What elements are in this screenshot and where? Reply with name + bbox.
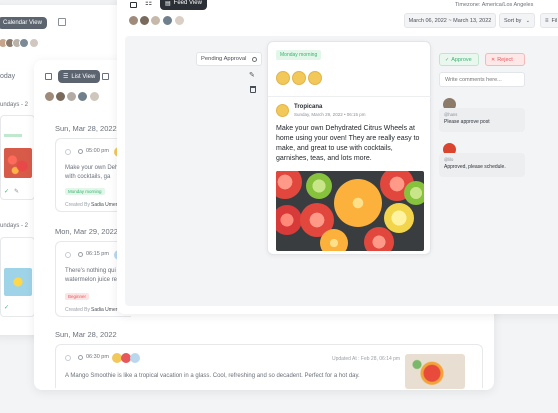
clock-icon bbox=[78, 355, 83, 360]
filter-icon: ≡ bbox=[545, 17, 549, 24]
comment-input[interactable] bbox=[439, 72, 525, 87]
date-range-value: March 06, 2022 ~ March 13, 2022 bbox=[408, 17, 492, 24]
clock-icon bbox=[78, 149, 83, 154]
avatar bbox=[66, 91, 77, 102]
check-icon: ✓ bbox=[445, 56, 450, 63]
date-heading: Sun, Mar 28, 2022 bbox=[55, 124, 117, 133]
avatar bbox=[55, 91, 66, 102]
list-icon: ☰ bbox=[63, 74, 69, 80]
sort-dropdown[interactable]: Sort by ⌄ bbox=[499, 13, 535, 28]
clock-icon bbox=[252, 56, 257, 62]
post-thumbnail bbox=[4, 268, 32, 296]
comment-bubble: @hans Please approve post bbox=[439, 108, 525, 132]
date-heading: Sun, Mar 28, 2022 bbox=[55, 330, 117, 339]
list-view-label: List View bbox=[71, 73, 96, 80]
account-avatar bbox=[276, 71, 290, 85]
comment-text: Please approve post bbox=[444, 119, 490, 125]
checkbox[interactable] bbox=[65, 252, 71, 258]
comment-text: Approved, please schedule. bbox=[444, 164, 506, 170]
created-by-label: Created By bbox=[65, 307, 91, 313]
campaign-tag: Beginner bbox=[65, 293, 90, 300]
campaign-tag: Monday morning bbox=[276, 50, 322, 60]
checkbox[interactable] bbox=[65, 149, 71, 155]
list-item[interactable]: ✓ ✎ bbox=[0, 115, 35, 200]
calendar-icon[interactable] bbox=[130, 2, 137, 8]
day-label: oday bbox=[0, 73, 16, 80]
approve-label: Approve bbox=[451, 56, 472, 63]
avatar bbox=[29, 38, 39, 48]
close-icon: ✕ bbox=[491, 56, 496, 63]
avatar bbox=[162, 15, 173, 26]
avatar bbox=[44, 91, 55, 102]
creator-name: Sadia Umer bbox=[91, 202, 118, 208]
filter-label: Fil bbox=[551, 17, 558, 24]
feed-view-label: Feed View bbox=[173, 0, 202, 6]
comment-handle: @lilo bbox=[444, 157, 454, 162]
list-item[interactable]: ✓ bbox=[0, 237, 35, 317]
check-icon[interactable]: ✓ bbox=[4, 304, 9, 311]
reject-button[interactable]: ✕ Reject bbox=[485, 53, 525, 66]
list-post[interactable]: 06:30 pm Updated At : Feb 28, 06:14 pm A… bbox=[55, 344, 483, 389]
avatar bbox=[89, 91, 100, 102]
post-time: 06:15 pm bbox=[86, 251, 109, 257]
approve-button[interactable]: ✓ Approve bbox=[439, 53, 479, 66]
checkbox[interactable] bbox=[65, 355, 71, 361]
feed-view-panel: ☷ ▤ Feed View Timezone: America/Los Ange… bbox=[117, 0, 558, 314]
calendar-view-button[interactable]: Calendar View bbox=[0, 17, 47, 29]
avatar bbox=[128, 15, 139, 26]
avatar bbox=[77, 91, 88, 102]
feed-content-area: Pending Approval ✎ Monday morning Tropic… bbox=[125, 36, 558, 306]
post-text: A Mango Smoothie is like a tropical vaca… bbox=[65, 373, 360, 379]
chevron-down-icon: ⌄ bbox=[525, 17, 530, 24]
list-icon[interactable]: ☷ bbox=[145, 0, 152, 7]
account-avatar bbox=[292, 71, 306, 85]
avatar bbox=[150, 15, 161, 26]
post-datetime: Sunday, March 29, 2022 • 06:15 pm bbox=[294, 112, 366, 117]
feed-icon: ▤ bbox=[165, 0, 171, 7]
timezone-label: Timezone: America/Los Angeles bbox=[455, 2, 534, 8]
date-row: undays - 2 bbox=[0, 223, 29, 229]
avatar bbox=[174, 15, 185, 26]
feed-icon[interactable] bbox=[102, 73, 109, 80]
post-time: 05:00 pm bbox=[86, 148, 109, 154]
created-by-label: Created By bbox=[65, 202, 91, 208]
account-avatar bbox=[308, 71, 322, 85]
updated-at: Updated At : Feb 28, 06:14 pm bbox=[332, 356, 401, 362]
date-row: undays - 2 bbox=[0, 102, 29, 108]
post-time: 06:30 pm bbox=[86, 354, 109, 360]
green-tag bbox=[4, 134, 22, 137]
status-badge: Pending Approval bbox=[196, 52, 262, 66]
creator-name: Sadia Umer bbox=[91, 307, 118, 313]
date-range-picker[interactable]: March 06, 2022 ~ March 13, 2022 bbox=[404, 13, 496, 28]
comment-bubble: @lilo Approved, please schedule. bbox=[439, 153, 525, 177]
post-thumbnail bbox=[405, 354, 465, 389]
post-preview-card[interactable]: Monday morning Tropicana Sunday, March 2… bbox=[267, 41, 432, 256]
feed-view-button[interactable]: ▤ Feed View bbox=[160, 0, 207, 10]
social-post: Tropicana Sunday, March 29, 2022 • 06:15… bbox=[268, 96, 432, 256]
comment-handle: @hans bbox=[444, 112, 458, 117]
post-thumbnail bbox=[4, 148, 32, 178]
edit-icon[interactable]: ✎ bbox=[249, 71, 255, 79]
account-name: Tropicana bbox=[294, 104, 323, 110]
post-caption: Make your own Dehydrated Citrus Wheels a… bbox=[276, 125, 420, 162]
clock-icon bbox=[78, 252, 83, 257]
calendar-view-label: Calendar View bbox=[3, 20, 42, 26]
avatar bbox=[139, 15, 150, 26]
campaign-tag: Monday morning bbox=[65, 188, 105, 195]
account-avatar bbox=[130, 353, 140, 363]
filter-button[interactable]: ≡ Fil bbox=[540, 13, 558, 28]
list-view-button[interactable]: ☰ List View bbox=[58, 70, 101, 83]
account-avatar bbox=[276, 104, 289, 117]
calendar-icon[interactable] bbox=[45, 73, 52, 80]
avatar bbox=[19, 38, 29, 48]
reject-label: Reject bbox=[497, 56, 513, 63]
sort-label: Sort by bbox=[504, 17, 522, 24]
trash-icon[interactable] bbox=[250, 86, 256, 93]
edit-icon[interactable]: ✎ bbox=[14, 188, 19, 195]
list-icon[interactable] bbox=[58, 18, 66, 26]
check-icon[interactable]: ✓ bbox=[4, 188, 9, 195]
post-image bbox=[276, 171, 424, 251]
status-label: Pending Approval bbox=[201, 56, 247, 62]
date-heading: Mon, Mar 29, 2022 bbox=[55, 227, 118, 236]
